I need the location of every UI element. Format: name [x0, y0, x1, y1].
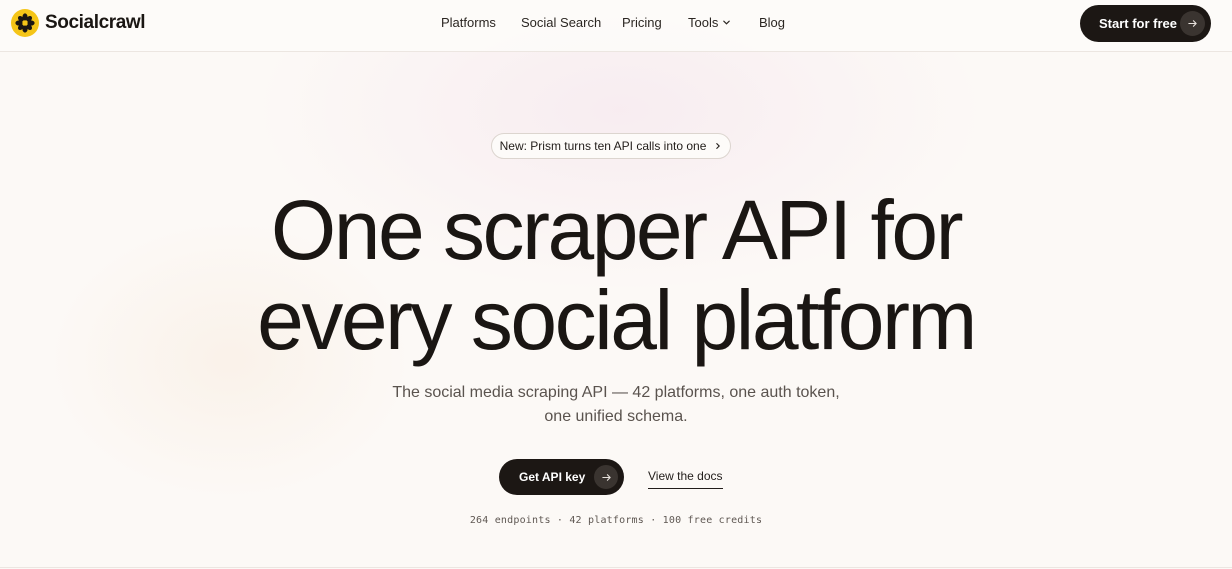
announcement-pill[interactable]: New: Prism turns ten API calls into one [491, 133, 731, 159]
hero-headline-line-2: every social platform [257, 273, 977, 367]
section-divider [0, 567, 1232, 568]
hero-subheading-line-1: The social media scraping API — 42 platf… [392, 384, 840, 401]
chevron-right-icon [716, 143, 721, 149]
main-nav: Platforms Social Search Pricing Tools Bl… [0, 0, 1232, 46]
nav-item-pricing[interactable]: Pricing [622, 15, 662, 30]
nav-item-tools-label: Tools [688, 15, 719, 30]
hero-subheading: The social media scraping API — 42 platf… [0, 381, 1232, 429]
hero-headline-line-1: One scraper API for [270, 183, 964, 277]
get-api-key-button[interactable]: Get API key [499, 459, 624, 495]
start-for-free-label: Start for free [1099, 16, 1178, 31]
nav-item-blog[interactable]: Blog [759, 15, 785, 30]
nav-item-tools[interactable]: Tools [688, 15, 731, 30]
arrow-right-icon [1180, 11, 1205, 36]
start-for-free-button[interactable]: Start for free [1080, 5, 1211, 42]
view-docs-link[interactable]: View the docs [648, 469, 723, 489]
top-navbar: Socialcrawl Platforms Social Search Pric… [0, 0, 1232, 52]
hero-headline: One scraper API for every social platfor… [0, 185, 1232, 365]
get-api-key-label: Get API key [519, 470, 586, 484]
hero-subheading-line-2: one unified schema. [544, 408, 688, 425]
arrow-right-icon [594, 465, 618, 489]
announcement-text: New: Prism turns ten API calls into one [499, 139, 707, 153]
chevron-down-icon [723, 20, 731, 25]
stats-line: 264 endpoints · 42 platforms · 100 free … [469, 515, 763, 526]
nav-item-social-search[interactable]: Social Search [521, 15, 601, 30]
nav-item-platforms[interactable]: Platforms [441, 15, 496, 30]
